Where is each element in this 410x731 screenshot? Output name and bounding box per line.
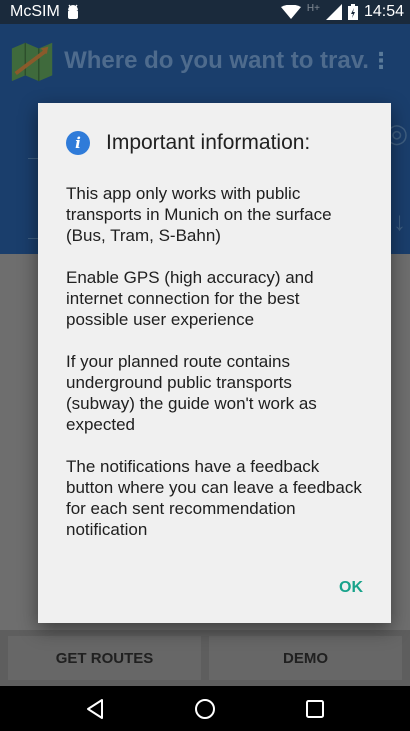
- dialog-actions: OK: [339, 579, 363, 597]
- home-button[interactable]: [185, 689, 225, 729]
- dialog-title: Important information:: [106, 131, 311, 154]
- info-icon: i: [66, 131, 90, 155]
- android-debug-icon: [67, 4, 78, 19]
- dialog-paragraph-gps: Enable GPS (high accuracy) and internet …: [66, 268, 314, 329]
- ok-button[interactable]: OK: [339, 579, 363, 597]
- status-bar: McSIM H+ 14:54: [0, 0, 410, 24]
- clock: 14:54: [363, 3, 404, 20]
- network-type-label: H+: [306, 2, 320, 14]
- status-left: McSIM: [10, 3, 80, 21]
- dialog-paragraph-subway: If your planned route contains undergrou…: [66, 352, 317, 434]
- wifi-icon: [280, 5, 301, 19]
- important-info-dialog: i Important information: This app only w…: [38, 103, 391, 623]
- home-icon: [195, 698, 215, 719]
- status-right: H+ 14:54: [280, 2, 404, 22]
- recents-button[interactable]: [295, 689, 335, 729]
- carrier-label: McSIM: [10, 3, 60, 20]
- screen: McSIM H+ 14:54 Where do you want to trav…: [0, 0, 410, 731]
- recents-icon: [306, 699, 324, 718]
- dialog-paragraph-notifications: The notifications have a feedback button…: [66, 457, 362, 539]
- dialog-header: i Important information:: [66, 131, 365, 155]
- navigation-bar: [0, 686, 410, 731]
- dialog-paragraph-surface-transport: This app only works with public transpor…: [66, 184, 332, 245]
- back-button[interactable]: [75, 689, 115, 729]
- signal-icon: [325, 4, 342, 20]
- battery-icon: [347, 4, 358, 20]
- back-icon: [87, 698, 103, 719]
